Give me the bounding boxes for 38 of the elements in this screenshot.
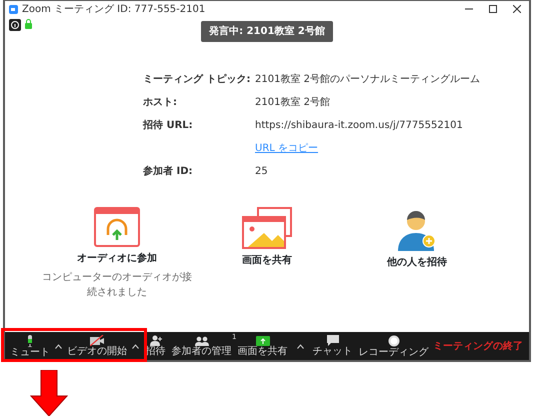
- field-label: 参加者 ID:: [143, 164, 194, 179]
- maximize-icon[interactable]: [489, 5, 497, 13]
- field-value: https://shibaura-it.zoom.us/j/7775552101: [255, 119, 463, 133]
- status-caption: コンピューターのオーディオが接続されました: [42, 270, 192, 300]
- field-label: 招待 URL:: [143, 118, 194, 133]
- share-screen-icon: [256, 336, 270, 346]
- microphone-icon: [26, 334, 34, 346]
- field-value: 2101教室 2号館: [255, 96, 330, 110]
- field-label: ミーティング トピック:: [143, 72, 252, 87]
- speaker-banner: 発言中: 2101教室 2号館: [201, 21, 333, 42]
- camera-off-icon: [90, 335, 104, 346]
- caret-icon[interactable]: [55, 344, 62, 348]
- action-label: オーディオに参加: [77, 252, 157, 266]
- end-meeting-button[interactable]: ミーティングの終了: [431, 338, 525, 354]
- chat-button[interactable]: チャット: [312, 335, 354, 357]
- field-value: 25: [255, 165, 268, 179]
- share-button[interactable]: 画面を共有: [236, 336, 288, 356]
- lock-icon: [25, 19, 32, 29]
- record-icon: [388, 334, 400, 346]
- video-button[interactable]: ビデオの開始: [66, 335, 128, 357]
- add-person-icon: [150, 335, 162, 346]
- close-icon[interactable]: [513, 5, 521, 13]
- chat-icon: [326, 335, 338, 346]
- window-title: Zoom ミーティング ID: 777-555-2101: [22, 2, 206, 16]
- people-icon: [194, 336, 208, 346]
- record-button[interactable]: レコーディング: [358, 334, 430, 358]
- headphones-window-icon[interactable]: [94, 207, 140, 247]
- action-label: 他の人を招待: [387, 256, 447, 270]
- action-label: 画面を共有: [242, 254, 292, 268]
- field-value: 2101教室 2号館のパーソナルミーティングルーム: [255, 72, 480, 87]
- caret-icon[interactable]: [296, 344, 304, 348]
- down-arrow-icon: [30, 370, 68, 416]
- app-logo-icon: [9, 4, 18, 14]
- picture-windows-icon[interactable]: [242, 207, 292, 249]
- caret-icon[interactable]: [132, 344, 139, 348]
- field-label: ホスト:: [143, 96, 178, 110]
- mic-button[interactable]: ミュート: [9, 334, 51, 358]
- info-icon[interactable]: [9, 19, 21, 31]
